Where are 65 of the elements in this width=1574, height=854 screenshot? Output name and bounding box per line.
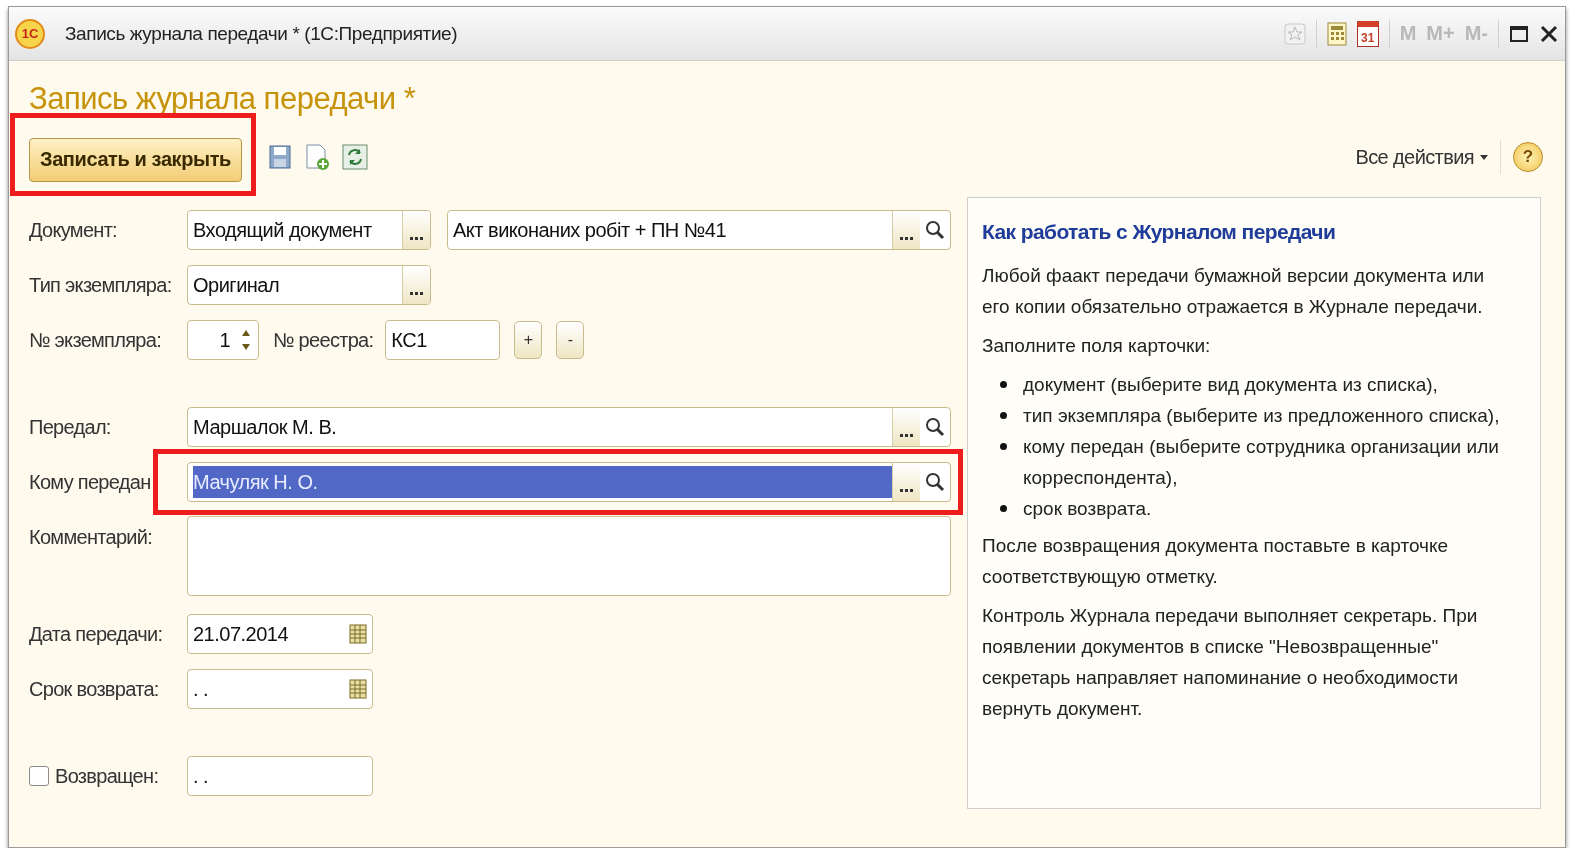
checkbox[interactable] [29, 766, 49, 786]
ellipsis-icon [409, 237, 424, 241]
field-label: № экземпляра: [29, 328, 163, 352]
help-paragraph: Контроль Журнала передачи выполняет секретарь. При появлении документов в списке "Невозвращенные" секретарь направляет напоминание о необходимости вернуть документ. [982, 604, 1479, 721]
all-actions-menu[interactable]: Все действия [1355, 145, 1488, 169]
remove-button[interactable]: - [556, 321, 585, 359]
ellipsis-button[interactable] [402, 266, 430, 304]
input-field[interactable]: Маршалок М. В. [187, 407, 951, 447]
field-label: № реестра: [273, 328, 374, 352]
field-label: Комментарий: [29, 526, 154, 549]
document-add-icon[interactable] [304, 143, 330, 171]
ellipsis-button[interactable] [402, 211, 430, 249]
field-label: Передал: [29, 415, 112, 439]
ellipsis-icon [899, 237, 914, 241]
calculator-icon[interactable] [1326, 21, 1347, 46]
ellipsis-button[interactable] [892, 463, 920, 501]
help-paragraph: После возвращения документа поставьте в карточке соответствующую отметку. [982, 534, 1450, 589]
help-button[interactable]: ? [1513, 142, 1543, 172]
search-icon[interactable] [924, 219, 946, 241]
close-icon[interactable] [1539, 23, 1559, 44]
list-item: срок возврата. [1023, 497, 1152, 521]
input-field[interactable]: Акт виконаних робіт + ПН №41 [447, 210, 951, 250]
save-and-close-button[interactable]: Записать и закрыть [29, 137, 242, 182]
maximize-icon[interactable] [1509, 23, 1529, 44]
field-label: Возвращен: [55, 764, 159, 788]
date-field[interactable]: 21.07.2014 [187, 614, 373, 654]
bullet-icon [1000, 443, 1007, 450]
app-logo: 1С [15, 18, 45, 49]
ellipsis-button[interactable] [892, 408, 920, 446]
input-field[interactable]: КС1 [385, 320, 501, 360]
calendar-icon[interactable] [348, 678, 368, 700]
save-icon[interactable] [268, 144, 292, 170]
add-button[interactable]: + [514, 321, 543, 359]
bullet-icon [1000, 412, 1007, 419]
list-item: тип экземпляра (выберите из предложенного списка), [1023, 404, 1500, 428]
ellipsis-icon [899, 434, 914, 438]
bullet-icon [1000, 505, 1007, 512]
help-title: Как работать с Журналом передачи [982, 220, 1337, 244]
date-field[interactable]: . . [187, 756, 373, 796]
ellipsis-button[interactable] [892, 211, 920, 249]
number-field[interactable]: 1 [187, 320, 259, 360]
help-paragraph: Заполните поля карточки: [982, 334, 1212, 358]
field-label: Дата передачи: [29, 622, 164, 646]
list-item: документ (выберите вид документа из списка), [1023, 373, 1438, 397]
form-title: Запись журнала передачи * [29, 80, 417, 118]
refresh-icon[interactable] [342, 144, 368, 170]
select-field[interactable]: Входящий документ [187, 210, 431, 250]
field-label: Срок возврата: [29, 677, 160, 701]
comment-field[interactable] [187, 516, 951, 596]
field-label: Тип экземпляра: [29, 273, 173, 297]
search-icon[interactable] [924, 416, 946, 438]
window-title: Запись журнала передачи * (1С:Предприятие) [65, 22, 458, 45]
field-label: Кому передан [29, 470, 152, 494]
field-label: Документ: [29, 218, 118, 242]
calendar-icon[interactable]: 31 [1356, 20, 1379, 47]
ellipsis-icon [899, 489, 914, 493]
date-field[interactable]: . . [187, 669, 373, 709]
caret-icon [1480, 154, 1488, 160]
select-field[interactable]: Оригинал [187, 265, 431, 305]
search-icon[interactable] [924, 471, 946, 493]
calendar-icon[interactable] [348, 623, 368, 645]
input-field[interactable]: Мачуляк Н. О. [187, 462, 951, 502]
bullet-icon [1000, 381, 1007, 388]
ellipsis-icon [409, 292, 424, 296]
help-paragraph: Любой фаакт передачи бумажной версии документа или его копии обязательно отражается в Журнале передачи. [982, 264, 1486, 319]
